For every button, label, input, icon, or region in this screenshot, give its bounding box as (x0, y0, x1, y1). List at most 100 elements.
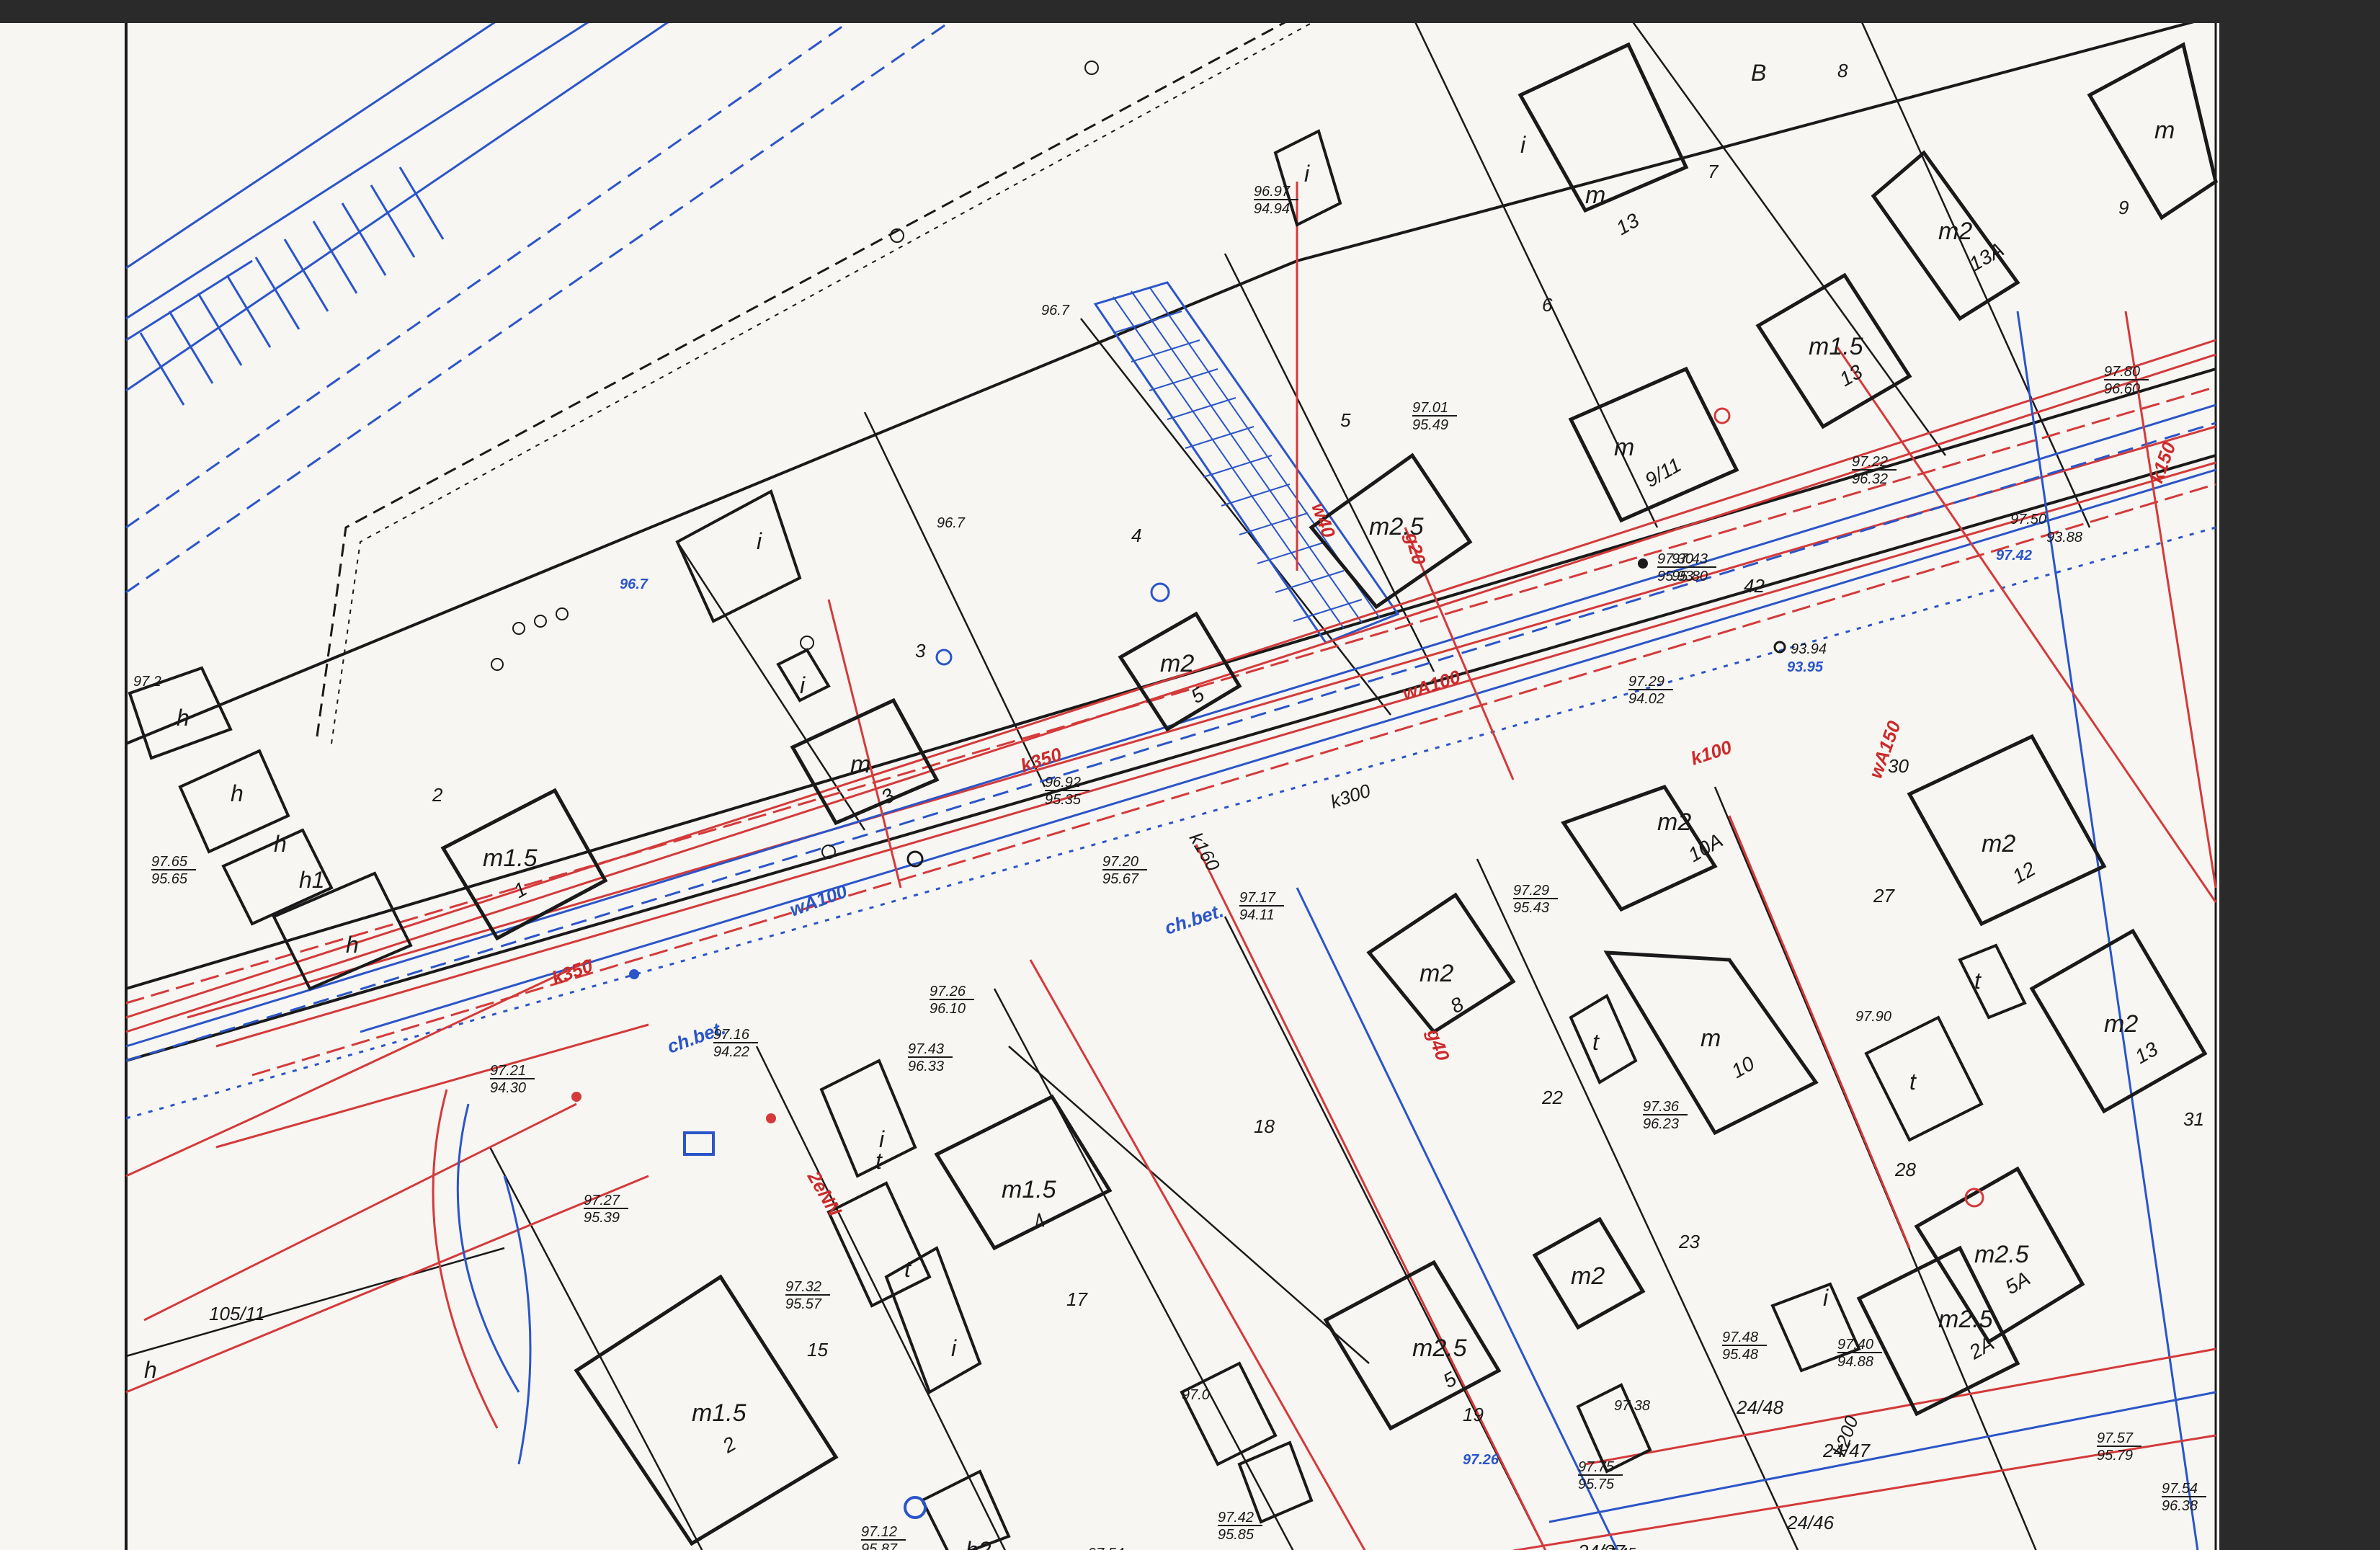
structure-label: h (274, 831, 287, 857)
building-code: m1.5 (1809, 333, 1863, 360)
elevation-top: 96.92 (1045, 775, 1081, 790)
structure-label: i (1304, 161, 1310, 187)
elevation-bottom: 96.10 (930, 1001, 966, 1017)
elevation-top: 97.20 (1102, 854, 1138, 870)
structure-label: i (800, 672, 806, 698)
parcel-number: 105/11 (209, 1303, 265, 1324)
parcel-number: 42 (1744, 575, 1765, 597)
utility-label: k350 (1018, 743, 1065, 777)
building-number: 13 (1836, 360, 1867, 391)
building-code: m (2154, 117, 2175, 144)
elevation-top: 97.29 (1628, 674, 1664, 690)
building-number: 13 (2131, 1038, 2162, 1069)
parcel-number: 8 (1837, 60, 1848, 81)
spot-height: 97.42 (1996, 548, 2032, 564)
utility-label: wA100 (1400, 666, 1463, 705)
parcel-number: 5 (1340, 409, 1351, 431)
elevation-top: 97.75 (1578, 1459, 1615, 1475)
spot-height: 97.26 (1463, 1452, 1499, 1468)
elevation-top: 97.01 (1412, 400, 1448, 416)
parcel-number: 18 (1254, 1115, 1275, 1137)
building-number: 10 (1728, 1052, 1759, 1083)
grid-area (1093, 281, 1400, 644)
elevation-bottom: 95.85 (1218, 1527, 1254, 1543)
survey-map: m1.51m3m25m2.5m9/11m13 m213Am1.513mm28m21… (125, 23, 2218, 1550)
building-code: m2.5 (1938, 1306, 1993, 1333)
spot-height: 96.7 (620, 576, 649, 592)
elevation-top: 97.29 (1513, 883, 1549, 899)
parcel-labels: 234567891517181922232728303142105/1124/4… (209, 60, 2204, 1550)
structure-label: h2 (966, 1537, 991, 1550)
spot-height: 96.7 (937, 515, 966, 531)
utility-label: 2eNN (803, 1167, 846, 1220)
spot-height: 97.90 (1855, 1009, 1891, 1025)
spot-height: 93.95 (1787, 659, 1824, 675)
parking-hatch (125, 23, 950, 594)
elevation-bottom: 95.39 (584, 1210, 620, 1226)
parcel-number: 6 (1542, 294, 1553, 316)
utility-lines (125, 182, 2217, 1550)
elevation-top: 97.54 (1088, 1546, 1124, 1550)
elevation-bottom: 94.30 (490, 1080, 526, 1096)
building-number: 2A (1965, 1332, 1998, 1363)
elevation-bottom: 95.67 (1102, 871, 1139, 887)
building-number: 13 (1613, 209, 1644, 240)
utility-label: k160 (1185, 829, 1224, 875)
parcel-number: 28 (1894, 1159, 1916, 1180)
elevation-bottom: 95.65 (151, 871, 188, 887)
parcel-number: 4 (1131, 525, 1141, 546)
utility-label: ch.bet. (1162, 899, 1226, 938)
elevation-bottom: 94.22 (713, 1044, 749, 1060)
elevation-top: 97.65 (151, 854, 188, 870)
elevation-top: 97.21 (490, 1063, 526, 1079)
structure-label: h1 (299, 867, 325, 893)
utility-label: k350 (549, 954, 596, 989)
elevation-bottom: 96.32 (1852, 471, 1888, 487)
elevation-top: 97.27 (584, 1193, 620, 1208)
structure-label: i (757, 528, 762, 554)
spot-height: 97.50 (2010, 512, 2046, 527)
elevation-bottom: 95.87 (861, 1541, 898, 1550)
parcel-number: 27 (1873, 885, 1895, 907)
elevation-top: 97.36 (1643, 1099, 1680, 1115)
building-code: m (1614, 434, 1634, 461)
structure-label: t (1592, 1029, 1600, 1055)
elevation-bottom: 95.48 (1722, 1347, 1758, 1363)
utility-label: w40 (1307, 500, 1340, 541)
structure-label: t (1909, 1069, 1917, 1095)
elevation-top: 96.97 (1254, 184, 1291, 200)
building-code: m2 (1982, 830, 2015, 858)
elevation-top: 97.48 (1722, 1329, 1758, 1345)
building-code: m2 (1657, 809, 1691, 836)
parcel-number: 2 (432, 784, 443, 806)
structure-label: i (1520, 132, 1526, 158)
building-number: 12 (2009, 858, 2040, 888)
building-number: 2 (718, 1432, 740, 1457)
utility-label: g20 (1401, 530, 1430, 568)
building-number: 5 (1187, 682, 1208, 708)
elevation-top: 97.32 (785, 1279, 821, 1295)
building-number: 5A (2002, 1267, 2034, 1299)
elevation-bottom: 95.57 (785, 1296, 822, 1312)
parcel-number: 23 (1678, 1231, 1700, 1252)
elevation-top: 97.80 (2104, 364, 2140, 380)
elevation-bottom: 95.80 (1672, 569, 1708, 584)
building-9-11 (1568, 366, 1739, 523)
elevation-bottom: 95.35 (1045, 792, 1082, 808)
map-sheet: m1.5 1 m 3 m2 5 m2.5 m 9/11 m 13 m2 13A m1.5 13 m m2 8 m2 1… (0, 23, 2219, 1550)
elevation-bottom: 95.43 (1513, 900, 1549, 916)
structure-label: h (231, 780, 244, 806)
parcel-number: 19 (1463, 1404, 1484, 1425)
parcel-number: 15 (807, 1339, 828, 1360)
elevation-top: 97.16 (713, 1027, 750, 1043)
structure-label: i (951, 1335, 957, 1361)
elevation-top: 97.12 (861, 1524, 897, 1540)
elevation-bottom: 94.94 (1254, 201, 1290, 217)
structure-label: t (1974, 968, 1982, 994)
elevation-bottom: 96.23 (1643, 1116, 1679, 1132)
building-number: 9/11 (1641, 453, 1685, 491)
spot-height: 97.38 (1614, 1398, 1650, 1414)
building-code: m1.5 (692, 1399, 746, 1427)
structure-label: t (875, 1148, 883, 1174)
structure-label: i (1823, 1285, 1829, 1311)
